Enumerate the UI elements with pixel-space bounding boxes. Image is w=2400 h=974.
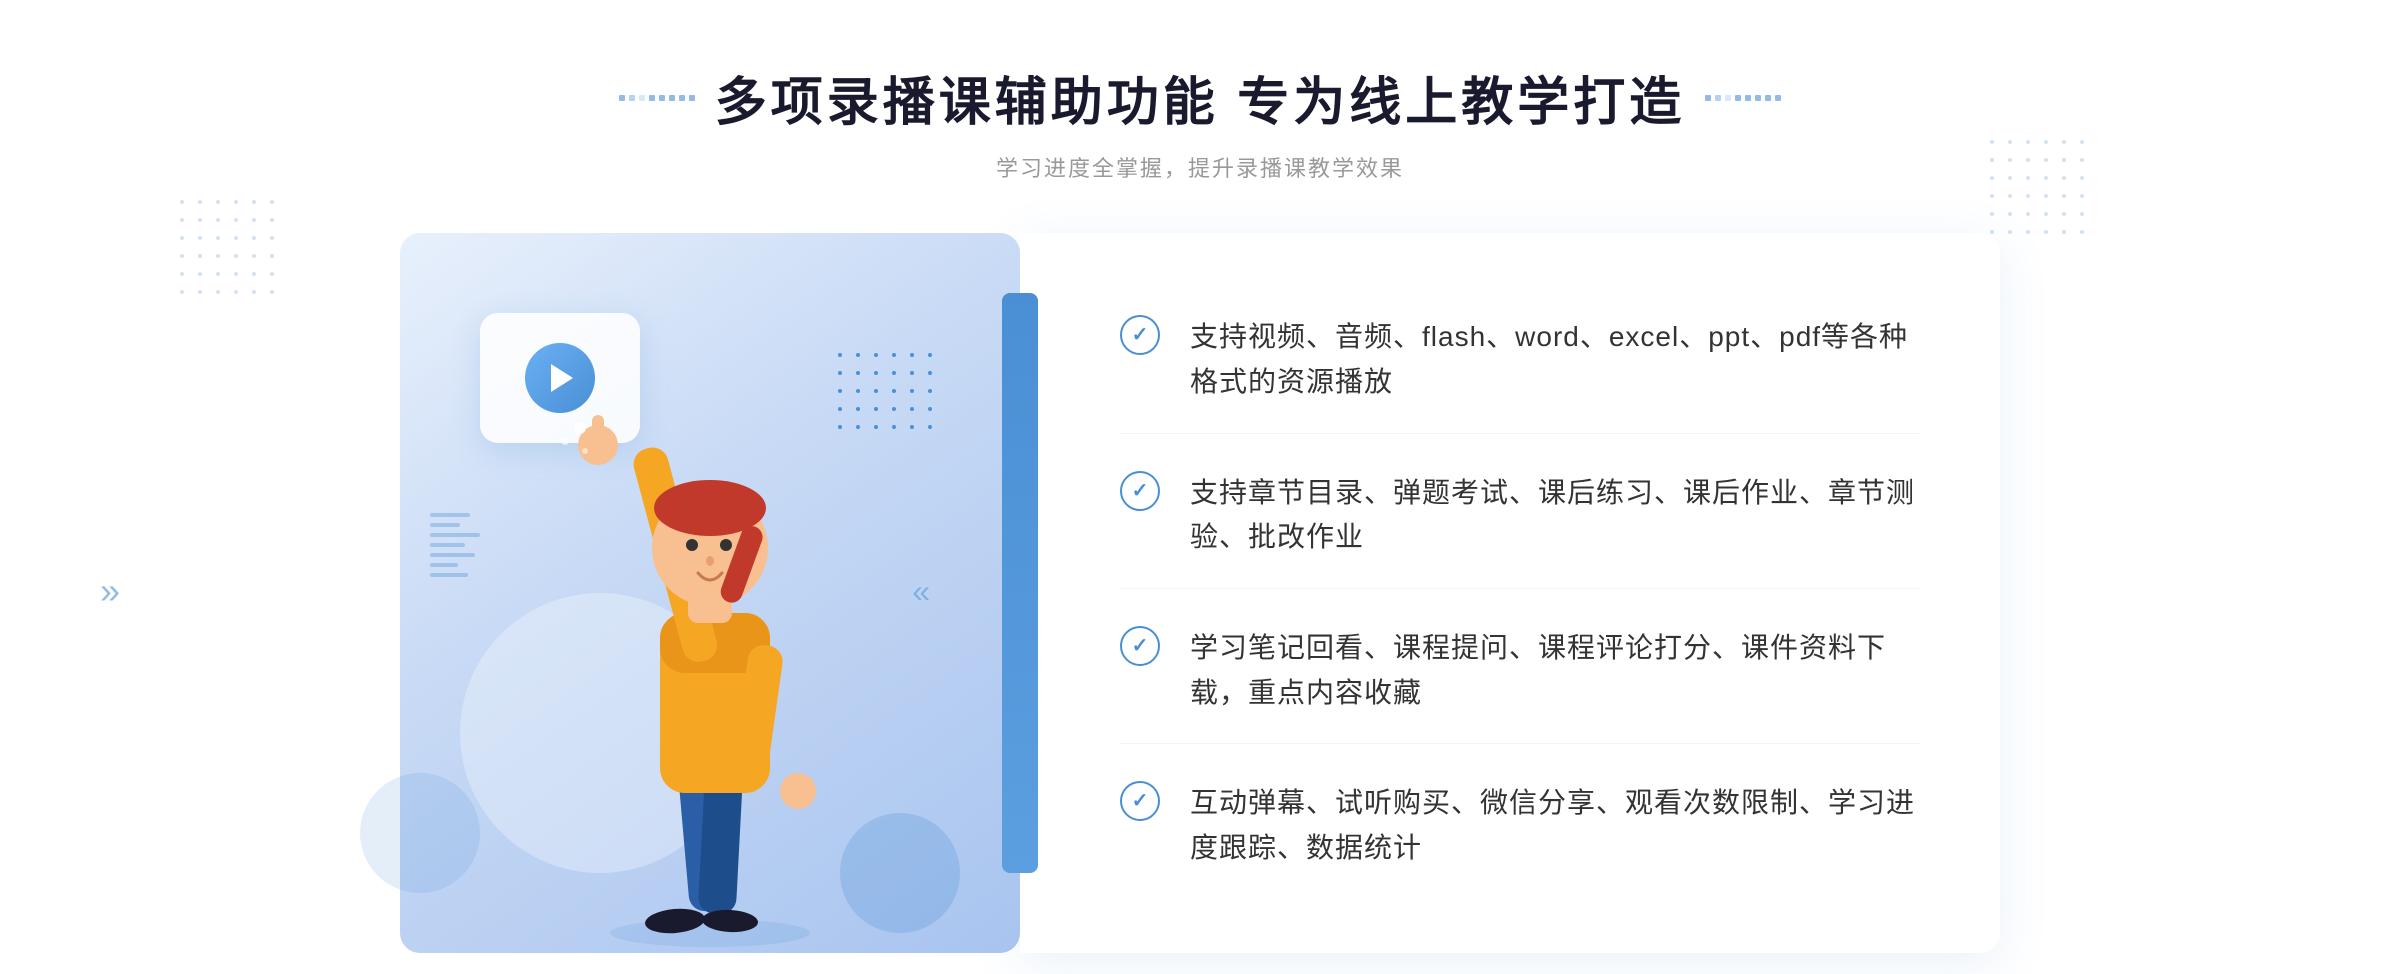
dot-decoration-right: [1990, 140, 2080, 230]
header-section: 多项录播课辅助功能 专为线上教学打造 学习进度全掌握，提升录播课教学效果: [619, 60, 1781, 183]
person-figure: [530, 373, 890, 953]
title-text: 多项录播课辅助功能 专为线上教学打造: [715, 60, 1685, 135]
feature-item-4: ✓ 互动弹幕、试听购买、微信分享、观看次数限制、学习进度跟踪、数据统计: [1120, 753, 1920, 899]
feature-text-2: 支持章节目录、弹题考试、课后练习、课后作业、章节测验、批改作业: [1190, 471, 1920, 561]
check-mark-2: ✓: [1132, 481, 1149, 501]
page-container: » 多项录播课辅助功能 专为线上教学打造 学习进度全掌握，提升录播课教学效果: [0, 0, 2400, 974]
circle-decoration-bottom: [360, 773, 480, 893]
feature-item-3: ✓ 学习笔记回看、课程提问、课程评论打分、课件资料下载，重点内容收藏: [1120, 598, 1920, 745]
dot-decoration-left: [180, 200, 270, 290]
illustration-panel: «: [400, 233, 1020, 953]
feature-text-3: 学习笔记回看、课程提问、课程评论打分、课件资料下载，重点内容收藏: [1190, 626, 1920, 716]
check-mark-1: ✓: [1132, 325, 1149, 345]
check-icon-4: ✓: [1120, 781, 1160, 821]
feature-item-1: ✓ 支持视频、音频、flash、word、excel、ppt、pdf等各种格式的…: [1120, 287, 1920, 434]
feature-text-1: 支持视频、音频、flash、word、excel、ppt、pdf等各种格式的资源…: [1190, 315, 1920, 405]
check-icon-3: ✓: [1120, 626, 1160, 666]
feature-text-4: 互动弹幕、试听购买、微信分享、观看次数限制、学习进度跟踪、数据统计: [1190, 781, 1920, 871]
check-mark-3: ✓: [1132, 636, 1149, 656]
title-decorator-left: [619, 95, 695, 101]
main-title: 多项录播课辅助功能 专为线上教学打造: [619, 60, 1781, 135]
blue-bar-decoration: [1002, 293, 1038, 873]
features-panel: ✓ 支持视频、音频、flash、word、excel、ppt、pdf等各种格式的…: [1020, 233, 2000, 953]
check-mark-4: ✓: [1132, 791, 1149, 811]
subtitle: 学习进度全掌握，提升录播课教学效果: [619, 151, 1781, 183]
illus-arrows-decoration: «: [912, 573, 930, 610]
title-decorator-right: [1705, 95, 1781, 101]
check-icon-2: ✓: [1120, 471, 1160, 511]
stripe-decoration: [430, 513, 480, 577]
content-area: «: [400, 233, 2000, 953]
arrow-decoration-left: »: [100, 570, 120, 612]
check-icon-1: ✓: [1120, 315, 1160, 355]
feature-item-2: ✓ 支持章节目录、弹题考试、课后练习、课后作业、章节测验、批改作业: [1120, 443, 1920, 590]
